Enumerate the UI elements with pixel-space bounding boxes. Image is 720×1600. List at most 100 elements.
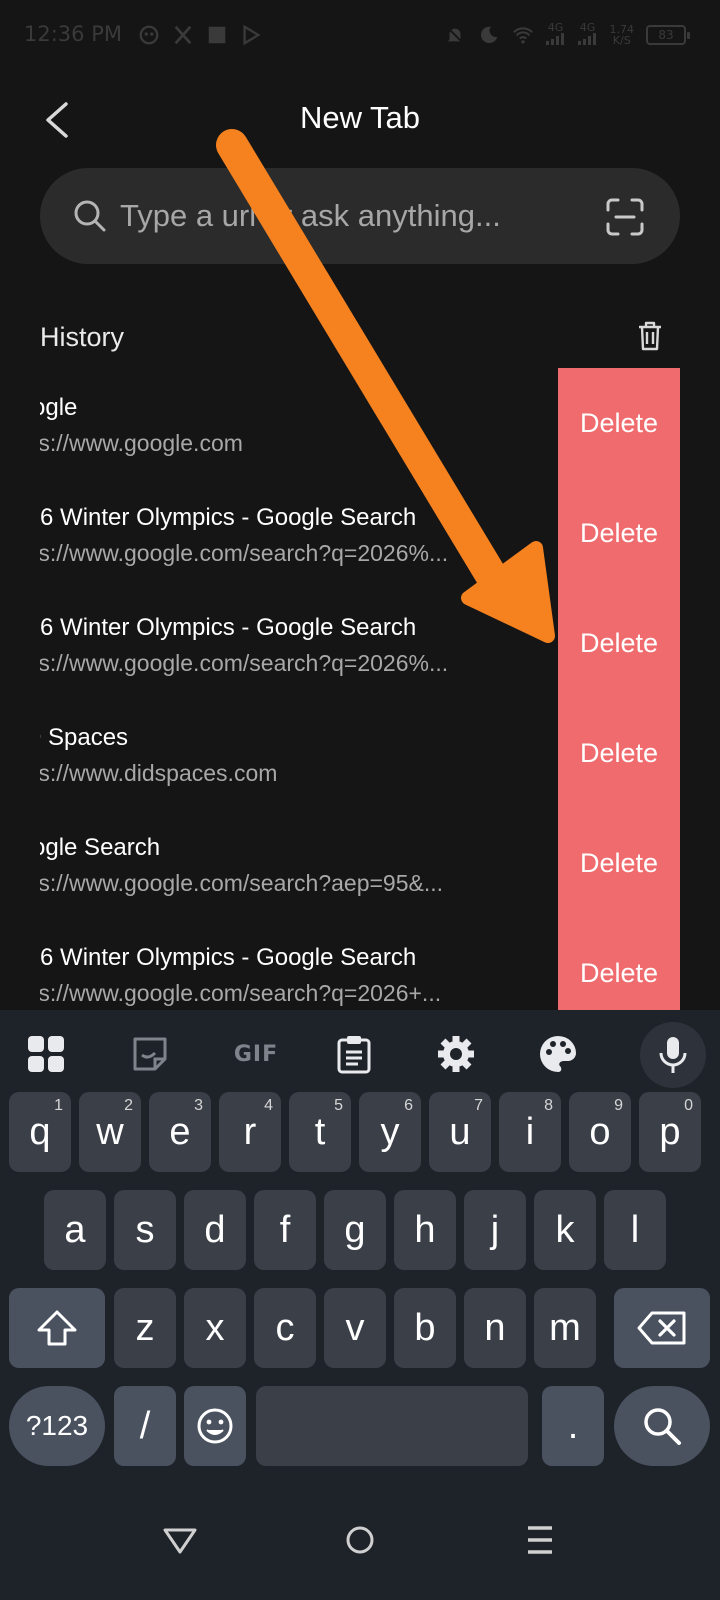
key-i[interactable]: i8 [499,1092,561,1172]
history-item-url: https://www.google.com/search?aep=95&... [40,870,444,896]
key-e[interactable]: e3 [149,1092,211,1172]
scan-icon[interactable] [604,196,646,238]
delete-button[interactable]: Delete [558,918,680,1010]
delete-button[interactable]: Delete [558,808,680,918]
symbols-key[interactable]: ?123 [9,1386,105,1466]
history-item-text[interactable]: 2026 Winter Olympics - Google Search htt… [40,478,560,588]
battery-icon: 83 [646,24,690,45]
slash-key[interactable]: / [114,1386,176,1466]
history-item-text[interactable]: Google https://www.google.com [40,368,560,478]
history-item-text[interactable]: Google Search https://www.google.com/sea… [40,808,560,918]
history-item[interactable]: Google Search https://www.google.com/sea… [40,808,680,918]
period-key[interactable]: . [542,1386,604,1466]
history-title: History [40,322,125,352]
key-o[interactable]: o9 [569,1092,631,1172]
network-type-2: 4G [579,21,596,34]
net-speed-unit: K/S [612,33,631,47]
nav-back-icon[interactable] [160,1520,200,1560]
key-y[interactable]: y6 [359,1092,421,1172]
dnd-moon-icon [480,26,497,43]
key-x[interactable]: x [184,1288,246,1368]
battery-level: 83 [658,27,674,42]
history-item-title: 2026 Winter Olympics - Google Search [40,614,417,641]
backspace-icon [637,1311,686,1345]
key-label: e [169,1110,191,1153]
history-item-title: 2026 Winter Olympics - Google Search [40,944,417,971]
key-label: u [449,1110,471,1153]
trash-icon[interactable] [636,320,664,352]
key-m[interactable]: m [534,1288,596,1368]
history-item[interactable]: 2026 Winter Olympics - Google Search htt… [40,478,680,588]
key-f[interactable]: f [254,1190,316,1270]
key-hint: 7 [474,1097,483,1114]
network-type-1: 4G [547,21,564,34]
history-item-url: https://www.google.com/search?q=2026%... [40,650,449,676]
navigation-bar [0,1490,720,1600]
nav-home-icon[interactable] [340,1520,380,1560]
key-z[interactable]: z [114,1288,176,1368]
key-p[interactable]: p0 [639,1092,701,1172]
key-g[interactable]: g [324,1190,386,1270]
key-j[interactable]: j [464,1190,526,1270]
emoji-key[interactable] [184,1386,246,1466]
key-d[interactable]: d [184,1190,246,1270]
key-hint: 6 [404,1097,413,1114]
gif-button[interactable]: GIF [228,1032,284,1076]
key-hint: 0 [684,1097,693,1114]
search-input[interactable] [120,194,580,238]
history-item[interactable]: DID Spaces https://www.didspaces.com Del… [40,698,680,808]
wifi-icon [512,26,533,44]
search-bar[interactable] [40,168,680,264]
key-w[interactable]: w2 [79,1092,141,1172]
shift-key[interactable] [9,1288,105,1368]
key-n[interactable]: n [464,1288,526,1368]
status-bar: 12:36 PM 4G 4G 1.74 K/S 83 [0,0,720,72]
nav-menu-icon[interactable] [520,1520,560,1560]
delete-button[interactable]: Delete [558,478,680,588]
key-b[interactable]: b [394,1288,456,1368]
history-item-text[interactable]: DID Spaces https://www.didspaces.com [40,698,560,808]
clipboard-icon[interactable] [332,1032,376,1076]
key-k[interactable]: k [534,1190,596,1270]
search-icon [644,1408,681,1445]
apps-grid-icon[interactable] [24,1032,68,1076]
voice-input-button[interactable] [640,1022,706,1088]
key-l[interactable]: l [604,1190,666,1270]
delete-button[interactable]: Delete [558,698,680,808]
sticker-icon[interactable] [128,1032,172,1076]
key-label: t [314,1110,326,1153]
backspace-key[interactable] [614,1288,710,1368]
key-h[interactable]: h [394,1190,456,1270]
key-label: r [243,1110,257,1153]
history-item-url: https://www.google.com/search?q=2026+... [40,980,442,1006]
theme-palette-icon[interactable] [536,1032,580,1076]
key-u[interactable]: u7 [429,1092,491,1172]
history-item[interactable]: 2026 Winter Olympics - Google Search htt… [40,588,680,698]
delete-button[interactable]: Delete [558,588,680,698]
history-list: Google https://www.google.com Delete 202… [40,368,680,1010]
history-item[interactable]: Google https://www.google.com Delete [40,368,680,478]
page-title: New Tab [299,100,421,135]
history-item-url: https://www.google.com [40,430,243,456]
key-label: p [659,1110,681,1153]
delete-button[interactable]: Delete [558,368,680,478]
settings-gear-icon[interactable] [434,1032,478,1076]
space-bar[interactable] [256,1386,528,1466]
history-item[interactable]: 2026 Winter Olympics - Google Search htt… [40,918,680,1010]
key-t[interactable]: t5 [289,1092,351,1172]
key-q[interactable]: q1 [9,1092,71,1172]
key-a[interactable]: a [44,1190,106,1270]
signal-bars-icon [577,33,596,45]
signal-2: 4G [577,21,598,47]
key-c[interactable]: c [254,1288,316,1368]
key-v[interactable]: v [324,1288,386,1368]
key-s[interactable]: s [114,1190,176,1270]
history-item-text[interactable]: 2026 Winter Olympics - Google Search htt… [40,588,560,698]
history-item-title: Google Search [40,834,161,861]
history-item-text[interactable]: 2026 Winter Olympics - Google Search htt… [40,918,560,1010]
emoji-icon [197,1408,233,1444]
key-r[interactable]: r4 [219,1092,281,1172]
play-app-icon [243,24,261,46]
key-hint: 1 [54,1097,63,1114]
search-key[interactable] [614,1386,710,1466]
